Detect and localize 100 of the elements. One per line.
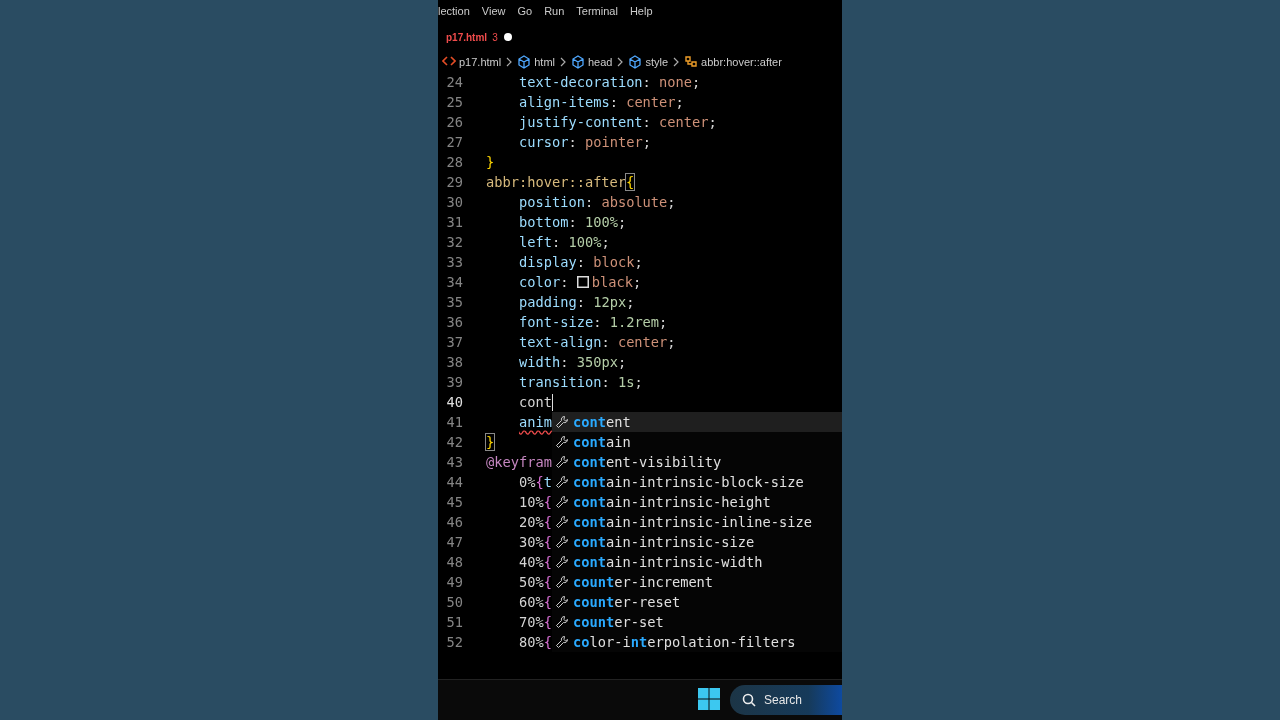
suggestion-item[interactable]: counter-increment [552,572,842,592]
chevron-icon [505,57,514,67]
line-number: 46 [445,514,463,530]
code-text: text-align: center; [519,334,676,350]
wrench-icon [555,515,569,529]
code-text: text-decoration: none; [519,74,701,90]
code-text: black; [591,274,642,290]
suggestion-item[interactable]: contain [552,432,842,452]
line-number: 25 [445,94,463,110]
line-number: 48 [445,554,463,570]
suggestion-item[interactable]: contain-intrinsic-inline-size [552,512,842,532]
cube-icon [628,55,643,69]
suggestion-item[interactable]: contain-intrinsic-size [552,532,842,552]
code-text: 0%{t [519,474,552,490]
line-number: 43 [445,454,463,470]
suggestion-item[interactable]: counter-set [552,612,842,632]
suggestion-item[interactable]: contain-intrinsic-block-size [552,472,842,492]
line-number: 47 [445,534,463,550]
line-number: 40 [445,394,463,410]
line-number: 51 [445,614,463,630]
wrench-icon [555,535,569,549]
line-number: 41 [445,414,463,430]
menu-item[interactable]: Run [538,0,571,22]
line-number: 34 [445,274,463,290]
code-text: position: absolute; [519,194,676,210]
code-text: 30%{ [519,534,552,550]
code-text: font-size: 1.2rem; [519,314,668,330]
line-number: 35 [445,294,463,310]
line-number: 24 [445,74,463,90]
wrench-icon [555,495,569,509]
line-number: 39 [445,374,463,390]
code-text: 60%{ [519,594,552,610]
line-number: 27 [445,134,463,150]
menu-item[interactable]: lection [438,0,476,22]
code-text: width: 350px; [519,354,627,370]
menu-item[interactable]: Terminal [570,0,624,22]
code-text: } [486,154,495,170]
menu-item[interactable]: Help [623,0,659,22]
suggestion-item[interactable]: color-interpolation-filters [552,632,842,652]
line-number: 28 [445,154,463,170]
editor-tab[interactable]: p17.html 3 [442,26,517,48]
breadcrumb-item[interactable]: html [515,53,557,71]
chevron-icon [616,57,625,67]
code-text: @keyfram [486,454,552,470]
code-text: cont [519,394,552,410]
wrench-icon [555,555,569,569]
wrench-icon [555,575,569,589]
suggestion-item[interactable]: counter-reset [552,592,842,612]
suggestion-item[interactable]: contain-intrinsic-height [552,492,842,512]
wrench-icon [555,415,569,429]
code-text: padding: 12px; [519,294,635,310]
suggestion-item[interactable]: content [552,412,842,432]
breadcrumb-item[interactable]: head [569,53,615,71]
line-number: 45 [445,494,463,510]
code-text: transition: 1s; [519,374,643,390]
line-number: 33 [445,254,463,270]
code-text: anim [519,414,552,430]
chevron-icon [559,57,567,67]
line-number: 31 [445,214,463,230]
line-number: 29 [445,174,463,190]
code-text: 80%{ [519,634,552,650]
line-number: 37 [445,334,463,350]
menu-item[interactable]: Go [511,0,539,22]
code-text: left: 100%; [519,234,610,250]
breadcrumb-item[interactable]: p17.html [440,53,504,71]
breadcrumb-item[interactable]: style [626,53,671,71]
wrench-icon [555,635,569,649]
line-number: 44 [445,474,463,490]
windows-icon [698,688,720,710]
cube-icon [571,55,585,69]
line-number: 38 [445,354,463,370]
code-text: abbr:hover::after{ [486,174,635,190]
wrench-icon [555,475,569,489]
wrench-icon [555,435,569,449]
line-number: 32 [445,234,463,250]
code-text: 10%{ [519,494,552,510]
code-text: 50%{ [519,574,552,590]
search-button[interactable]: Search [730,685,842,715]
tree-icon [684,55,699,69]
code-text: 20%{ [519,514,552,530]
code-text: cursor: pointer; [519,134,651,150]
wrench-icon [555,455,569,469]
start-button[interactable] [698,688,722,712]
code-text: color: [519,274,570,290]
suggestion-item[interactable]: contain-intrinsic-width [552,552,842,572]
chevron-icon [672,57,681,67]
code-text: 70%{ [519,614,552,630]
suggestion-item[interactable]: content-visibility [552,452,842,472]
wrench-icon [555,595,569,609]
line-number: 26 [445,114,463,130]
line-number: 52 [445,634,463,650]
menu-item[interactable]: View [475,0,512,22]
code-text: justify-content: center; [519,114,717,130]
breadcrumb-item[interactable]: abbr:hover::after [682,53,784,71]
line-number: 49 [445,574,463,590]
line-number: 50 [445,594,463,610]
code-text: align-items: center; [519,94,684,110]
code-text: bottom: 100%; [519,214,627,230]
line-number: 42 [445,434,463,450]
code-text: 40%{ [519,554,552,570]
